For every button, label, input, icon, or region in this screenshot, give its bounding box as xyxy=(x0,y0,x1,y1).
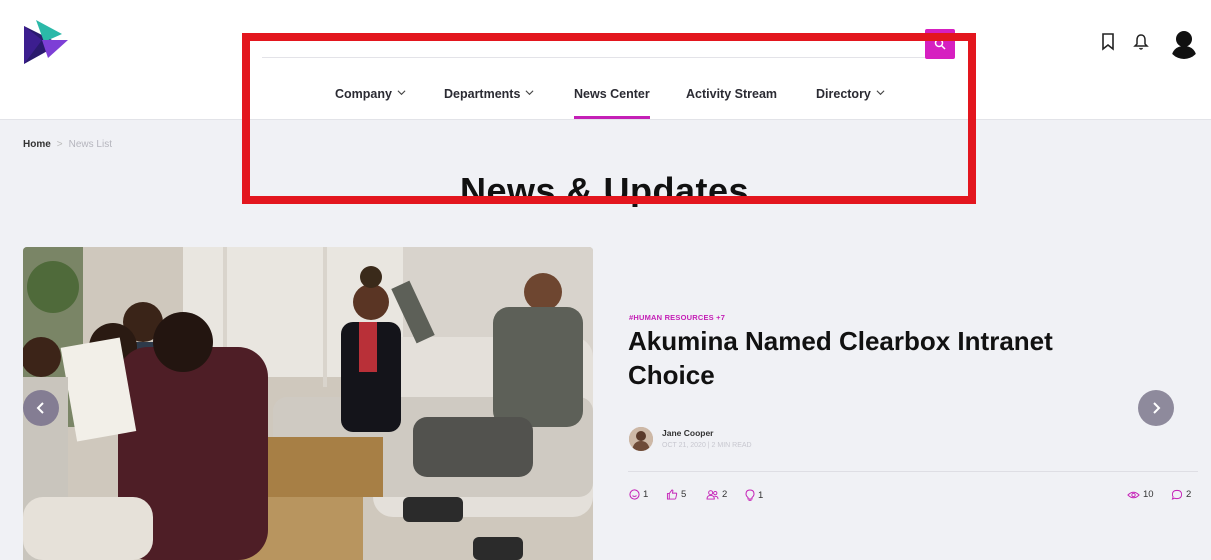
reaction-smile-stat[interactable]: 1 xyxy=(629,489,648,500)
smile-icon xyxy=(629,489,640,500)
chevron-left-icon xyxy=(36,402,44,414)
reaction-team-stat[interactable]: 2 xyxy=(706,489,727,500)
lightbulb-icon xyxy=(745,489,755,501)
page-title-clip: News & Updates xyxy=(0,0,1211,207)
team-icon xyxy=(706,490,719,500)
author-name[interactable]: Jane Cooper xyxy=(662,428,714,438)
eye-icon xyxy=(1127,491,1140,498)
comments-stat[interactable]: 2 xyxy=(1171,489,1191,500)
views-stat: 10 xyxy=(1127,489,1154,500)
article-title[interactable]: Akumina Named Clearbox Intranet Choice xyxy=(628,324,1128,392)
idea-count: 1 xyxy=(758,489,764,501)
views-count: 10 xyxy=(1143,489,1154,500)
team-count: 2 xyxy=(722,489,728,500)
article-meta: OCT 21, 2020 | 2 MIN READ xyxy=(662,442,752,449)
author-avatar xyxy=(629,427,653,451)
article-hero-image[interactable] xyxy=(23,247,593,560)
comments-count: 2 xyxy=(1186,489,1192,500)
reaction-idea-stat[interactable]: 1 xyxy=(745,489,763,501)
like-count: 5 xyxy=(681,489,687,500)
reaction-like-stat[interactable]: 5 xyxy=(666,489,686,500)
carousel-next-button[interactable] xyxy=(1138,390,1174,426)
thumbs-up-icon xyxy=(666,489,678,500)
page-title: News & Updates xyxy=(460,170,750,207)
smile-count: 1 xyxy=(643,489,649,500)
carousel-prev-button[interactable] xyxy=(23,390,59,426)
comment-icon xyxy=(1171,489,1183,500)
divider xyxy=(628,471,1198,472)
chevron-right-icon xyxy=(1153,402,1161,414)
article-tag-link[interactable]: #HUMAN RESOURCES +7 xyxy=(629,313,725,322)
